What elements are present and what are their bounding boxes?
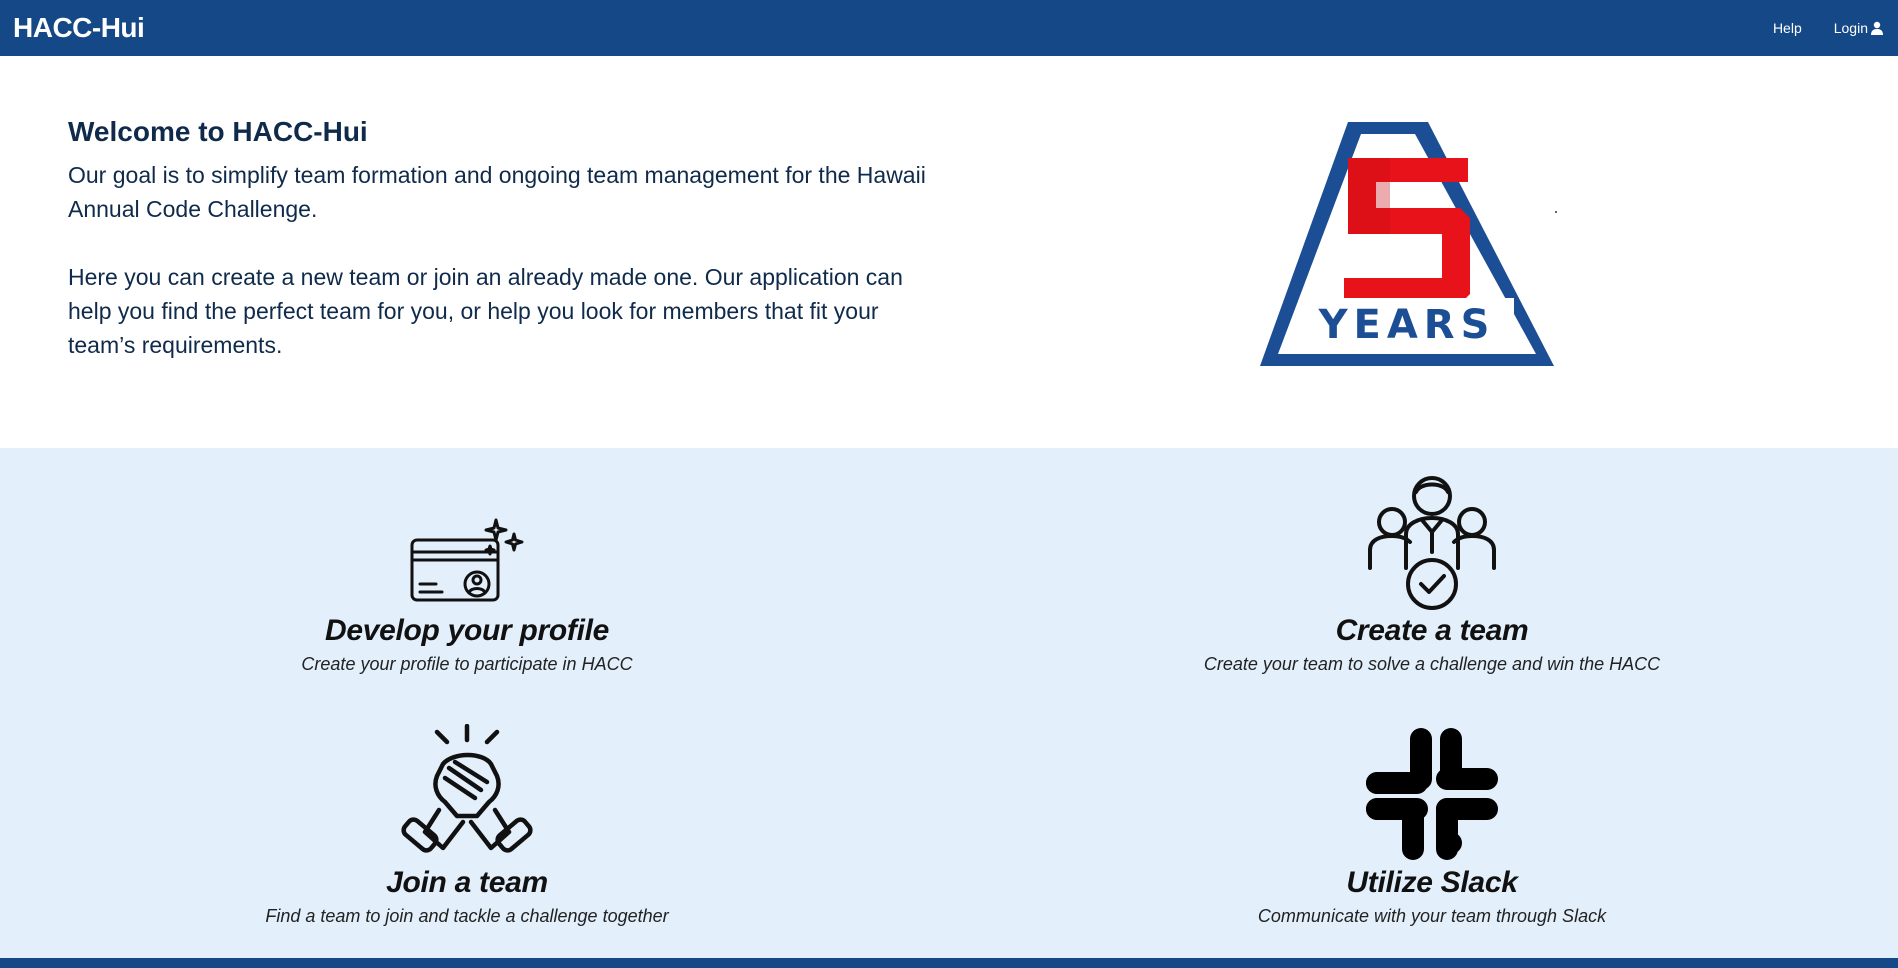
hero-paragraph-2: Here you can create a new team or join a… <box>68 264 903 358</box>
help-link[interactable]: Help <box>1773 20 1802 36</box>
feature-title: Join a team <box>386 866 548 899</box>
feature-title: Create a team <box>1335 614 1529 647</box>
feature-develop-profile: Develop your profile Create your profile… <box>117 516 817 675</box>
feature-description: Create your team to solve a challenge an… <box>1203 654 1661 674</box>
logo-digit <box>1344 158 1470 304</box>
footer-strip <box>0 958 1898 968</box>
hero-paragraph-1: Our goal is to simplify team formation a… <box>68 162 926 222</box>
navbar: HACC-Hui Help Login <box>0 0 1898 56</box>
feature-title: Utilize Slack <box>1346 866 1518 899</box>
user-icon <box>1871 21 1883 35</box>
profile-card-icon <box>410 518 524 602</box>
decorative-dot <box>1555 211 1557 213</box>
brand-link[interactable]: HACC-Hui <box>13 12 145 44</box>
feature-create-team: Create a team Create your team to solve … <box>1082 472 1782 675</box>
slack-icon <box>1366 728 1498 860</box>
team-leader-icon <box>1368 476 1496 610</box>
logo-text: YEARS <box>1318 302 1496 348</box>
nav-right: Help Login <box>1773 20 1884 36</box>
feature-description: Create your profile to participate in HA… <box>301 654 633 674</box>
hero-text: Welcome to HACC-Hui Our goal is to simpl… <box>68 116 948 362</box>
feature-utilize-slack: Utilize Slack Communicate with your team… <box>1082 724 1782 927</box>
feature-title: Develop your profile <box>324 614 610 647</box>
hacc-5-years-logo: YEARS <box>1260 122 1554 366</box>
handshake-icon <box>401 724 533 853</box>
help-label: Help <box>1772 20 1802 36</box>
feature-description: Find a team to join and tackle a challen… <box>265 906 669 926</box>
feature-join-team: Join a team Find a team to join and tack… <box>117 724 817 927</box>
login-link[interactable]: Login <box>1834 20 1884 36</box>
hero-section: Welcome to HACC-Hui Our goal is to simpl… <box>0 56 1898 448</box>
features-section: Develop your profile Create your profile… <box>0 448 1898 958</box>
login-label: Login <box>1833 20 1868 36</box>
hero-title: Welcome to HACC-Hui <box>68 116 368 147</box>
feature-description: Communicate with your team through Slack <box>1257 906 1607 926</box>
